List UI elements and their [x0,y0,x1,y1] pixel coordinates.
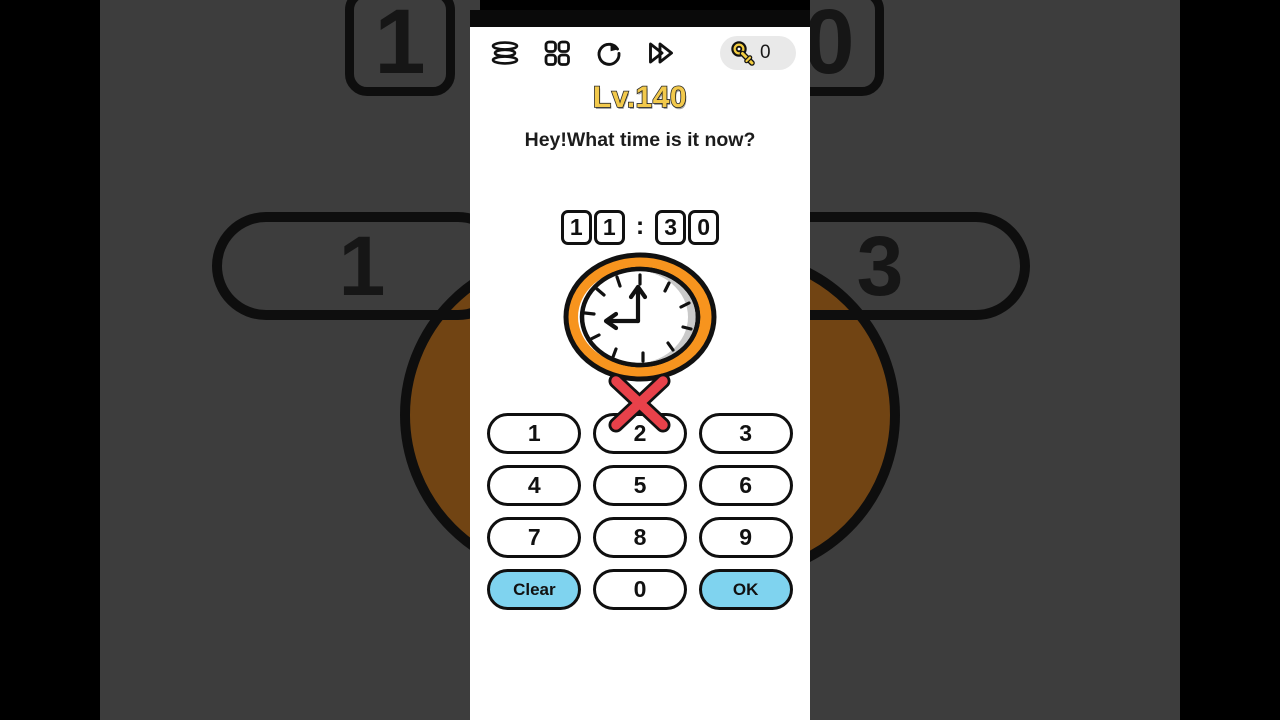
game-panel: 0 Lv.140 Hey!What time is it now? 1 1 : … [470,10,810,720]
key-icon [731,41,755,66]
time-digit-hour-2[interactable]: 1 [593,210,625,245]
number-keypad: 1 2 3 4 5 6 7 8 9 Clear 0 OK [470,413,810,610]
background-preview-right: 0 3 [810,0,1180,720]
key-ok[interactable]: OK [698,569,793,610]
key-clear[interactable]: Clear [487,569,582,610]
red-x-mark [608,373,671,433]
background-preview-left: 1 1 [100,0,480,720]
key-0[interactable]: 0 [592,569,687,610]
skip-forward-icon[interactable] [644,36,678,70]
key-9[interactable]: 9 [698,517,793,558]
time-digit-minute-1[interactable]: 3 [655,210,687,245]
time-digit-hour-1[interactable]: 1 [560,210,592,245]
key-count-label: 0 [760,42,771,63]
key-4[interactable]: 4 [487,465,582,506]
key-5[interactable]: 5 [592,465,687,506]
key-badge[interactable]: 0 [720,36,796,70]
clock-illustration[interactable] [470,251,810,433]
background-dim-overlay-left [100,0,480,720]
restart-icon[interactable] [592,36,626,70]
key-6[interactable]: 6 [698,465,793,506]
screen: 1 1 0 3 0 Lv.140 Hey!What time is it now… [0,0,1280,720]
key-8[interactable]: 8 [592,517,687,558]
menu-stack-icon[interactable] [488,36,522,70]
time-display: 1 1 : 3 0 [470,210,810,245]
time-separator: : [635,212,645,240]
page-title: Lv.140 [592,80,688,115]
background-dim-overlay-right [810,0,1180,720]
time-digit-minute-2[interactable]: 0 [688,210,720,245]
grid-levels-icon[interactable] [540,36,574,70]
top-toolbar: 0 [470,27,810,79]
key-7[interactable]: 7 [487,517,582,558]
question-text: Hey!What time is it now? [524,129,756,151]
status-bar [470,10,810,27]
